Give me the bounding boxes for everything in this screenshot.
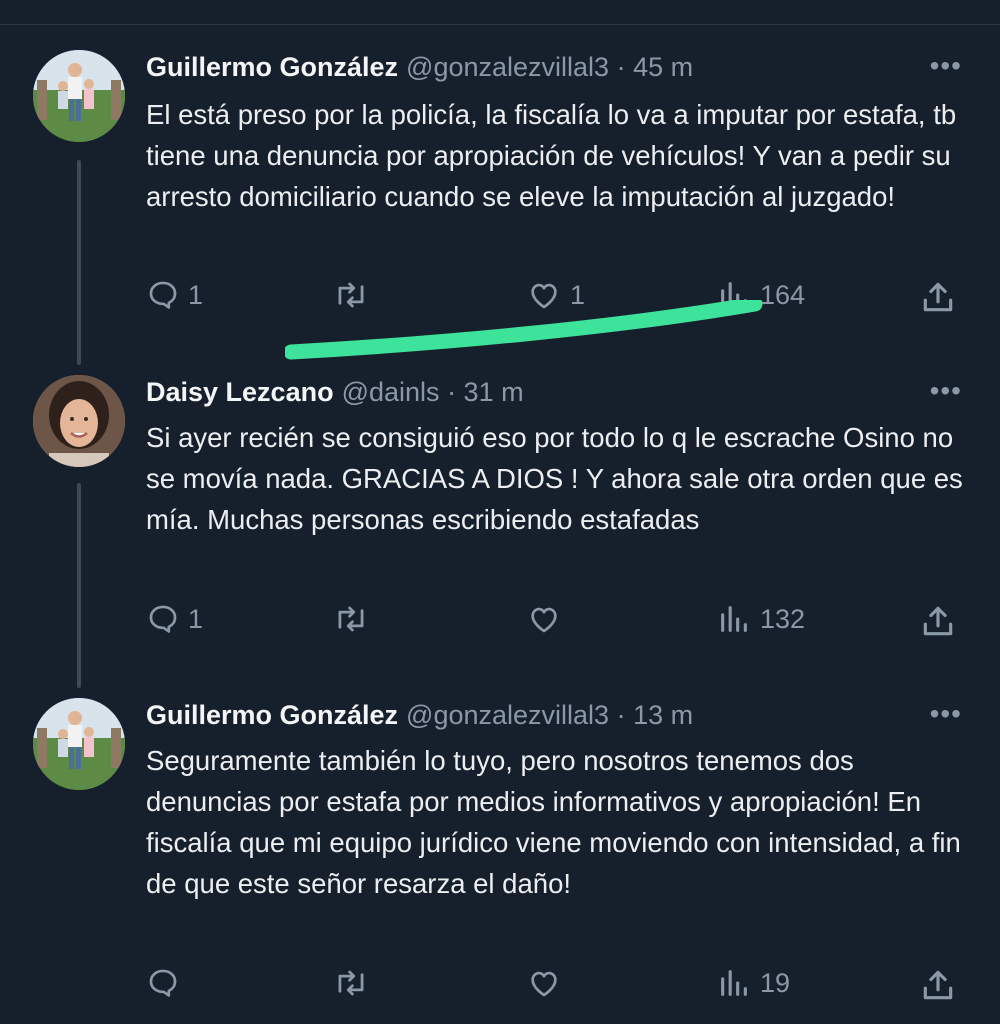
like-icon: [531, 283, 557, 309]
author-handle[interactable]: @gonzalezvillal3 · 13 m: [406, 700, 693, 730]
like-button[interactable]: [526, 602, 570, 636]
retweet-icon: [338, 282, 364, 308]
retweet-button[interactable]: [333, 602, 377, 636]
timestamp: · 31 m: [447, 377, 524, 407]
handle-text: @gonzalezvillal3: [406, 700, 610, 730]
reply-icon: [149, 281, 177, 309]
tweet-text: Seguramente también lo tuyo, pero nosotr…: [146, 745, 961, 899]
like-count: 1: [570, 279, 586, 310]
handle-text: @dainls: [341, 377, 440, 407]
action-bar: 19: [0, 966, 1000, 1006]
retweet-button[interactable]: [333, 966, 377, 1000]
retweet-icon: [338, 606, 364, 632]
reply-count: 1: [188, 603, 204, 634]
more-options-icon[interactable]: •••: [930, 698, 962, 730]
reply-icon: [149, 969, 177, 997]
like-button[interactable]: [526, 966, 570, 1000]
views-count: 164: [760, 279, 806, 310]
avatar-photo: [33, 375, 125, 467]
like-button[interactable]: 1: [526, 278, 585, 312]
tweet-text: Si ayer recién se consiguió eso por todo…: [146, 422, 963, 535]
author-name[interactable]: Guillermo González: [146, 52, 398, 82]
tweet-header: Guillermo González @gonzalezvillal3 · 13 …: [146, 700, 693, 731]
views-count: 19: [760, 967, 791, 998]
action-bar: 1 1 164: [0, 278, 1000, 318]
reply-count: 1: [188, 279, 204, 310]
reply-button[interactable]: 1: [146, 602, 203, 636]
author-handle[interactable]: @gonzalezvillal3 · 45 m: [406, 52, 693, 82]
views-button[interactable]: 132: [716, 602, 805, 636]
reply-icon: [149, 605, 177, 633]
reply-button[interactable]: 1: [146, 278, 203, 312]
thread-connector: [77, 483, 81, 688]
thread-connector: [77, 160, 81, 365]
action-bar: 1 132: [0, 602, 1000, 642]
like-icon: [531, 971, 557, 997]
views-icon: [721, 606, 747, 632]
share-icon: [923, 970, 953, 1000]
share-icon: [923, 282, 953, 312]
tweet-header: Guillermo González @gonzalezvillal3 · 45 …: [146, 52, 693, 83]
tweet-header: Daisy Lezcano @dainls · 31 m: [146, 377, 524, 408]
views-count: 132: [760, 603, 806, 634]
top-divider: [0, 24, 1000, 25]
retweet-icon: [338, 970, 364, 996]
more-options-icon[interactable]: •••: [930, 50, 962, 82]
avatar[interactable]: [33, 375, 125, 467]
views-icon: [721, 282, 747, 308]
handle-text: @gonzalezvillal3: [406, 52, 610, 82]
retweet-button[interactable]: [333, 278, 377, 312]
more-options-icon[interactable]: •••: [930, 375, 962, 407]
views-button[interactable]: 19: [716, 966, 790, 1000]
share-icon: [923, 606, 953, 636]
avatar[interactable]: [33, 50, 125, 142]
share-button[interactable]: [918, 278, 958, 316]
avatar-photo: [33, 50, 125, 142]
reply-button[interactable]: [146, 966, 188, 1000]
share-button[interactable]: [918, 602, 958, 640]
avatar[interactable]: [33, 698, 125, 790]
author-name[interactable]: Daisy Lezcano: [146, 377, 334, 407]
like-icon: [531, 607, 557, 633]
share-button[interactable]: [918, 966, 958, 1004]
views-icon: [721, 970, 747, 996]
author-name[interactable]: Guillermo González: [146, 700, 398, 730]
timestamp: · 13 m: [616, 700, 694, 730]
avatar-photo: [33, 698, 125, 790]
tweet-text: El está preso por la policía, la fiscalí…: [146, 99, 957, 212]
author-handle[interactable]: @dainls · 31 m: [342, 377, 524, 407]
views-button[interactable]: 164: [716, 278, 805, 312]
timestamp: · 45 m: [616, 52, 694, 82]
